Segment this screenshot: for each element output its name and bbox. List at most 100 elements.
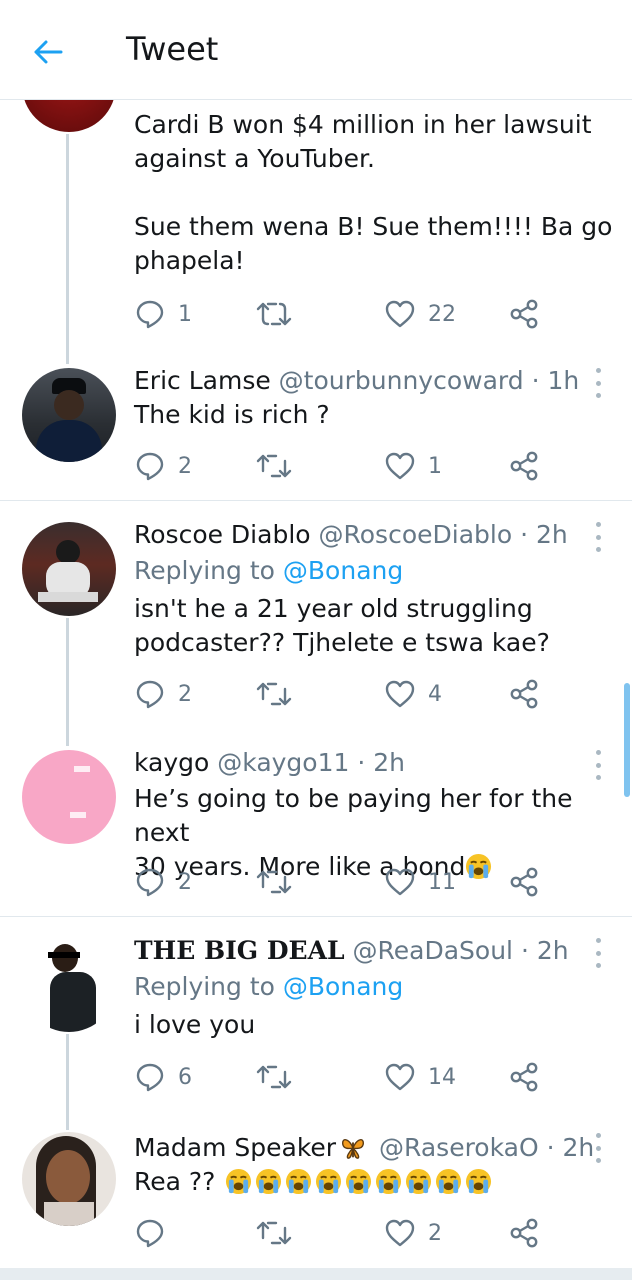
like-count: 11 — [428, 869, 456, 895]
retweet-icon — [256, 454, 292, 478]
retweet-button[interactable] — [256, 864, 304, 900]
retweet-icon — [256, 302, 292, 326]
meta-dot: · — [546, 1133, 555, 1162]
tweet-text: isn't he a 21 year old struggling podcas… — [134, 594, 550, 657]
display-name[interactable]: Madam Speaker — [134, 1133, 336, 1162]
like-button[interactable]: 4 — [384, 676, 442, 712]
tweet-actions: 2 11 — [134, 864, 544, 900]
avatar[interactable] — [22, 522, 116, 616]
more-options-button[interactable] — [588, 750, 608, 780]
tweet-text: Cardi B won $4 million in her lawsuit ag… — [134, 110, 613, 275]
share-button[interactable] — [508, 864, 540, 900]
reply-count: 2 — [178, 681, 192, 707]
reply-count: 1 — [178, 301, 192, 327]
tweet-actions: 2 4 — [134, 676, 544, 712]
speech-bubble-icon — [136, 452, 164, 481]
tweet-header: Roscoe Diablo @RoscoeDiablo · 2h — [134, 520, 568, 549]
share-button[interactable] — [508, 676, 540, 712]
share-button[interactable] — [508, 448, 540, 484]
loudly-crying-face-emoji — [406, 1168, 432, 1195]
loudly-crying-face-emoji — [436, 1168, 462, 1195]
tweet-thread[interactable]: Cardi B won $4 million in her lawsuit ag… — [0, 0, 632, 1280]
arrow-left-icon — [34, 40, 63, 64]
more-vertical-icon — [595, 750, 601, 755]
thread-line — [66, 134, 69, 364]
like-button[interactable]: 11 — [384, 864, 456, 900]
speech-bubble-icon — [136, 300, 164, 329]
share-button[interactable] — [508, 1059, 540, 1095]
share-icon — [510, 451, 538, 481]
retweet-button[interactable] — [256, 448, 304, 484]
retweet-icon — [256, 1065, 292, 1089]
user-handle[interactable]: @tourbunnycoward — [279, 366, 524, 395]
speech-bubble-icon — [136, 680, 164, 709]
display-name[interactable]: THE BIG DEAL — [134, 936, 345, 965]
timestamp: 2h — [536, 520, 568, 549]
like-button[interactable]: 22 — [384, 296, 456, 332]
retweet-icon — [256, 1221, 292, 1245]
user-handle[interactable]: @RoscoeDiablo — [319, 520, 513, 549]
share-button[interactable] — [508, 1215, 540, 1251]
display-name[interactable]: kaygo — [134, 748, 209, 777]
reply-button[interactable] — [134, 1215, 178, 1251]
scrollbar[interactable] — [624, 683, 630, 797]
like-button[interactable]: 2 — [384, 1215, 442, 1251]
meta-dot: · — [357, 748, 366, 777]
retweet-button[interactable] — [256, 676, 304, 712]
share-icon — [510, 1062, 538, 1092]
reply-button[interactable]: 2 — [134, 864, 192, 900]
avatar[interactable] — [22, 938, 116, 1032]
loudly-crying-face-emoji — [286, 1168, 312, 1195]
like-count: 14 — [428, 1064, 456, 1090]
speech-bubble-icon — [136, 868, 164, 897]
mention-link[interactable]: @Bonang — [283, 972, 403, 1001]
reply-count: 2 — [178, 453, 192, 479]
display-name[interactable]: Roscoe Diablo — [134, 520, 311, 549]
tweet-actions: 2 — [134, 1215, 544, 1251]
reply-button[interactable]: 6 — [134, 1059, 192, 1095]
user-handle[interactable]: @ReaDaSoul — [353, 936, 513, 965]
like-button[interactable]: 14 — [384, 1059, 456, 1095]
tweet-text: The kid is rich ? — [134, 400, 330, 429]
tweet-text: Rea ?? — [134, 1165, 614, 1199]
share-button[interactable] — [508, 296, 540, 332]
more-options-button[interactable] — [588, 1133, 608, 1163]
speech-bubble-icon — [136, 1219, 164, 1248]
retweet-button[interactable] — [256, 1059, 304, 1095]
reply-button[interactable]: 1 — [134, 296, 192, 332]
heart-icon — [385, 868, 415, 896]
emoji-row — [225, 1167, 495, 1196]
more-options-button[interactable] — [588, 522, 608, 552]
tweet-text: i love you — [134, 1010, 256, 1039]
more-options-button[interactable] — [588, 368, 608, 398]
thread-line — [66, 618, 69, 746]
retweet-button[interactable] — [256, 296, 304, 332]
avatar[interactable] — [22, 368, 116, 462]
share-icon — [510, 867, 538, 897]
reply-button[interactable]: 2 — [134, 448, 192, 484]
divider — [0, 500, 632, 501]
user-handle[interactable]: @kaygo11 — [217, 748, 349, 777]
display-name[interactable]: Eric Lamse — [134, 366, 271, 395]
more-options-button[interactable] — [588, 938, 608, 968]
like-button[interactable]: 1 — [384, 448, 442, 484]
more-vertical-icon — [595, 1133, 601, 1138]
loudly-crying-face-emoji — [256, 1168, 282, 1195]
timestamp: 2h — [373, 748, 406, 777]
meta-dot: · — [531, 366, 540, 395]
loudly-crying-face-emoji — [316, 1168, 342, 1195]
retweet-button[interactable] — [256, 1215, 304, 1251]
heart-icon — [385, 1219, 415, 1247]
reply-button[interactable]: 2 — [134, 676, 192, 712]
user-handle[interactable]: @RaserokaO — [379, 1133, 539, 1162]
back-button[interactable] — [30, 34, 66, 70]
avatar[interactable] — [22, 1132, 116, 1226]
meta-dot: · — [520, 936, 529, 965]
more-vertical-icon — [595, 368, 601, 373]
tweet-actions: 1 22 — [134, 296, 544, 332]
tweet-header: Madam Speaker @RaserokaO · 2h — [134, 1133, 594, 1162]
page-title: Tweet — [126, 30, 219, 68]
butterfly-emoji — [342, 1139, 364, 1159]
avatar[interactable] — [22, 750, 116, 844]
mention-link[interactable]: @Bonang — [283, 556, 403, 585]
